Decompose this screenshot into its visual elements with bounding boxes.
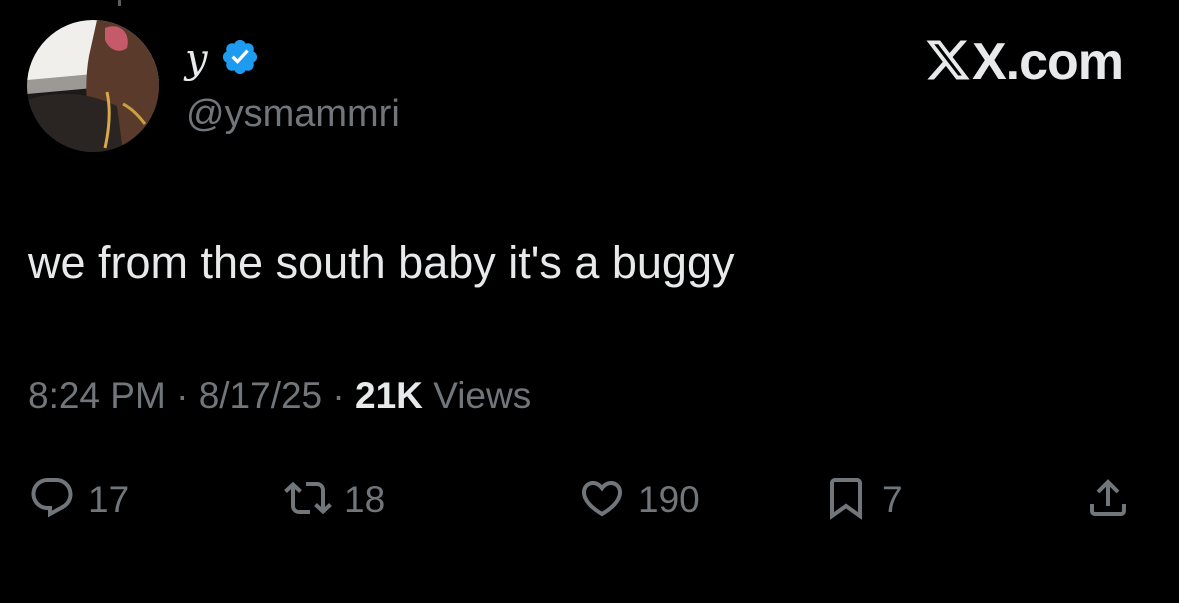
author-display-name[interactable]: y (185, 39, 208, 79)
brand-domain: X.com (971, 33, 1124, 91)
views-label[interactable]: Views (433, 375, 531, 416)
like-button[interactable]: 190 (578, 472, 700, 528)
author-handle[interactable]: @ysmammri (186, 92, 400, 136)
like-count: 190 (638, 479, 700, 520)
tweet-time[interactable]: 8:24 PM (28, 375, 166, 416)
tweet-text: we from the south baby it's a buggy (28, 237, 735, 288)
tweet-meta: 8:24 PM · 8/17/25 · 21K Views (28, 372, 531, 420)
brand-watermark: X.com (924, 33, 1124, 91)
like-icon (578, 474, 626, 527)
share-button[interactable] (1084, 472, 1132, 528)
retweet-icon (284, 474, 332, 527)
reply-button[interactable]: 17 (28, 472, 129, 528)
bookmark-icon (822, 474, 870, 527)
verified-badge-icon (220, 37, 260, 82)
x-logo-icon (924, 35, 972, 90)
retweet-count: 18 (344, 479, 386, 520)
top-edge-marker (118, 0, 121, 6)
retweet-button[interactable]: 18 (284, 472, 385, 528)
views-count[interactable]: 21K (355, 375, 423, 416)
tweet-actions: 17 18 190 7 (0, 472, 1179, 528)
tweet-date[interactable]: 8/17/25 (199, 375, 322, 416)
avatar-photo (27, 20, 159, 152)
bookmark-count: 7 (882, 479, 903, 520)
share-icon (1084, 474, 1132, 527)
meta-separator: · (165, 375, 199, 416)
meta-separator: · (322, 375, 356, 416)
bookmark-button[interactable]: 7 (822, 472, 903, 528)
reply-icon (28, 474, 76, 527)
avatar[interactable] (27, 20, 159, 152)
author-name-row[interactable]: y (185, 34, 260, 84)
reply-count: 17 (88, 479, 130, 520)
